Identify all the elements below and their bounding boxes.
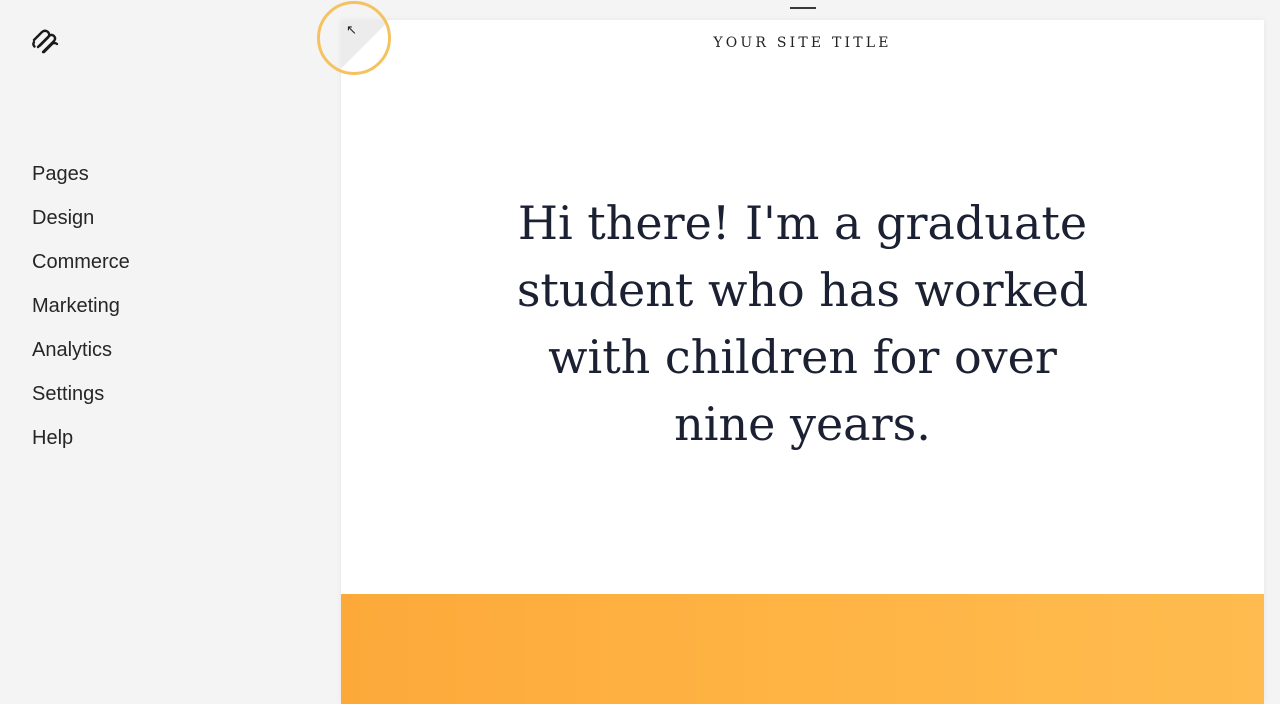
sidebar-item-commerce[interactable]: Commerce <box>32 246 130 290</box>
arrow-up-left-icon: ↖ <box>346 23 357 38</box>
sidebar-item-pages[interactable]: Pages <box>32 158 130 202</box>
sidebar: Pages Design Commerce Marketing Analytic… <box>0 0 340 704</box>
sidebar-item-analytics[interactable]: Analytics <box>32 334 130 378</box>
site-title[interactable]: YOUR SITE TITLE <box>341 35 1264 51</box>
sidebar-item-help[interactable]: Help <box>32 422 130 466</box>
drag-handle[interactable] <box>790 7 816 9</box>
collapse-preview-button[interactable]: ↖ <box>341 20 387 72</box>
sidebar-item-marketing[interactable]: Marketing <box>32 290 130 334</box>
intro-heading[interactable]: Hi there! I'm a graduate student who has… <box>511 190 1094 458</box>
sidebar-item-settings[interactable]: Settings <box>32 378 130 422</box>
banner-section[interactable] <box>341 594 1264 704</box>
site-preview[interactable]: YOUR SITE TITLE Hi there! I'm a graduate… <box>341 20 1264 704</box>
sidebar-nav: Pages Design Commerce Marketing Analytic… <box>32 158 130 466</box>
sidebar-item-design[interactable]: Design <box>32 202 130 246</box>
squarespace-logo-icon[interactable] <box>30 28 62 56</box>
